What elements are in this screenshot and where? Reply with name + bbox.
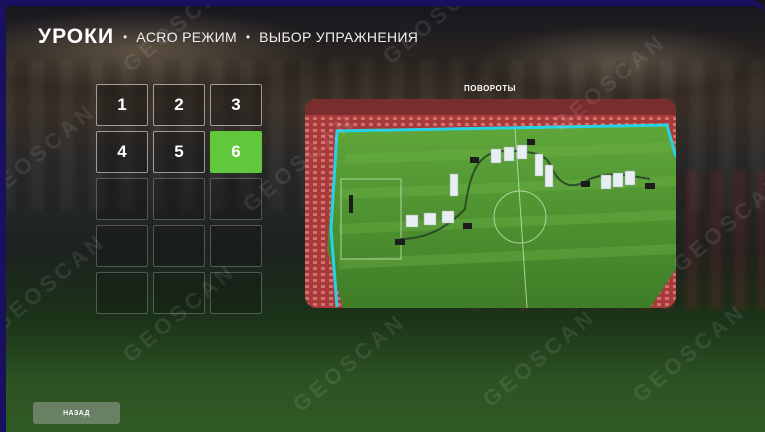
lesson-button-3[interactable]: 3 bbox=[210, 84, 262, 126]
lesson-button-2[interactable]: 2 bbox=[153, 84, 205, 126]
watermark-text: GEOSCAN bbox=[477, 303, 601, 412]
lesson-preview-image bbox=[305, 99, 676, 308]
watermark-text: GEOSCAN bbox=[287, 308, 411, 417]
lesson-slot-empty bbox=[96, 272, 148, 314]
breadcrumb-acro-mode[interactable]: ACRO РЕЖИМ bbox=[136, 29, 237, 45]
back-button[interactable]: НАЗАД bbox=[33, 402, 120, 424]
arena-preview-illustration bbox=[305, 99, 676, 308]
game-screen: УРОКИ • ACRO РЕЖИМ • ВЫБОР УПРАЖНЕНИЯ 1 … bbox=[0, 0, 765, 432]
lesson-slot-empty bbox=[96, 178, 148, 220]
lesson-slot-empty bbox=[210, 178, 262, 220]
lesson-button-6-selected[interactable]: 6 bbox=[210, 131, 262, 173]
watermark-text: GEOSCAN bbox=[0, 228, 111, 337]
preview-title: ПОВОРОТЫ bbox=[464, 84, 516, 93]
breadcrumb-exercise-select: ВЫБОР УПРАЖНЕНИЯ bbox=[259, 29, 419, 45]
lesson-grid: 1 2 3 4 5 6 bbox=[96, 84, 262, 314]
breadcrumb-separator: • bbox=[123, 30, 128, 44]
page-title: УРОКИ bbox=[38, 25, 115, 48]
lesson-slot-empty bbox=[153, 225, 205, 267]
breadcrumb-separator: • bbox=[245, 30, 251, 44]
lesson-button-1[interactable]: 1 bbox=[96, 84, 148, 126]
lesson-slot-empty bbox=[96, 225, 148, 267]
lesson-slot-empty bbox=[210, 272, 262, 314]
lesson-slot-empty bbox=[153, 178, 205, 220]
lesson-slot-empty bbox=[153, 272, 205, 314]
lesson-button-5[interactable]: 5 bbox=[153, 131, 205, 173]
watermark-text: GEOSCAN bbox=[627, 298, 751, 407]
lesson-button-4[interactable]: 4 bbox=[96, 131, 148, 173]
lesson-slot-empty bbox=[210, 225, 262, 267]
page-header: УРОКИ • ACRO РЕЖИМ • ВЫБОР УПРАЖНЕНИЯ bbox=[38, 22, 418, 52]
